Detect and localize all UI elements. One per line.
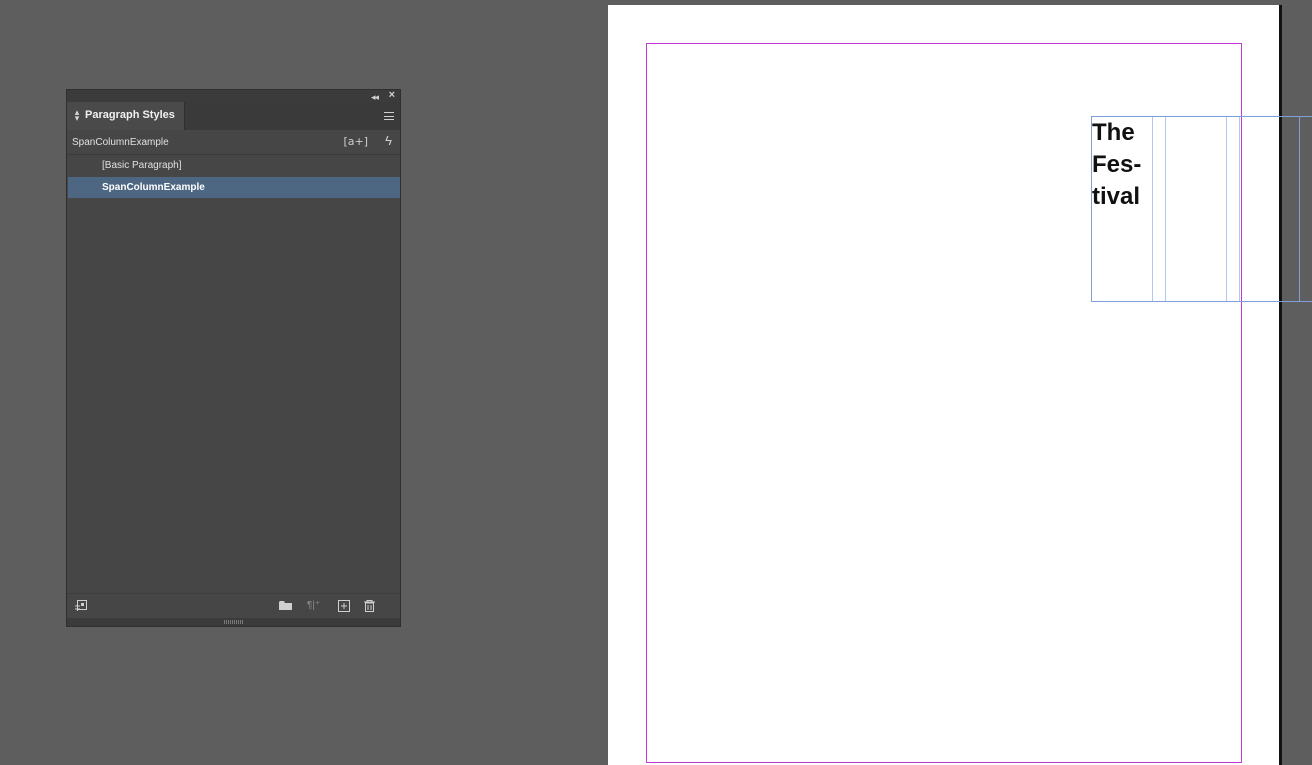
paragraph-styles-panel: ◂◂ × ▴ ▾ Paragraph Styles SpanColumnExamp… (66, 89, 401, 627)
panel-resize-handle[interactable] (67, 618, 400, 626)
column-guide (1299, 117, 1300, 301)
style-item-label: SpanColumnExample (102, 182, 205, 193)
trash-icon[interactable] (364, 600, 375, 612)
close-icon[interactable]: × (389, 88, 395, 102)
panel-footer: ¶|⁺ (67, 593, 400, 619)
tab-paragraph-styles[interactable]: ▴ ▾ Paragraph Styles (67, 102, 185, 130)
text-frame[interactable]: The Fes- tival (1091, 116, 1312, 302)
new-style-from-override-button[interactable]: [a+] (343, 135, 368, 148)
new-style-icon[interactable] (338, 600, 350, 612)
list-item-basic-paragraph[interactable]: [Basic Paragraph] (68, 155, 400, 176)
workspace-pasteboard: ◂◂ × ▴ ▾ Paragraph Styles SpanColumnExamp… (0, 0, 1312, 765)
column-guide (1226, 117, 1227, 301)
expand-collapse-arrows-icon: ▴ ▾ (74, 107, 80, 123)
style-list: [Basic Paragraph] SpanColumnExample (67, 155, 400, 593)
hamburger-menu-icon[interactable] (384, 112, 394, 120)
clear-overrides-icon: ¶|⁺ (307, 600, 321, 611)
lightning-icon[interactable]: ϟ (385, 133, 392, 148)
column-guide (1152, 117, 1153, 301)
panel-tab-strip: ▴ ▾ Paragraph Styles (67, 102, 400, 130)
column-guide (1165, 117, 1166, 301)
resize-grip (224, 620, 244, 624)
folder-icon[interactable] (279, 600, 292, 611)
current-style-name: SpanColumnExample (72, 137, 169, 148)
load-styles-icon[interactable] (75, 600, 87, 612)
frame-text[interactable]: The Fes- tival (1092, 117, 1152, 213)
tab-label: Paragraph Styles (85, 109, 175, 121)
current-style-row: SpanColumnExample [a+] ϟ (67, 130, 400, 155)
list-item-span-column-example[interactable]: SpanColumnExample (68, 177, 400, 198)
panel-title-bar[interactable]: ◂◂ × (67, 88, 400, 102)
column-guide (1239, 117, 1240, 301)
style-item-label: [Basic Paragraph] (102, 160, 182, 171)
